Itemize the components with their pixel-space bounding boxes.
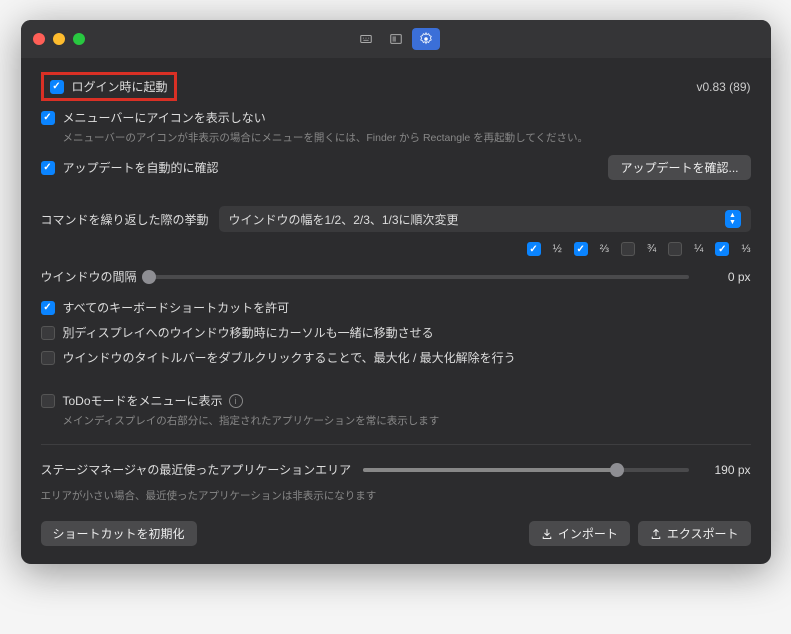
- import-label: インポート: [558, 525, 618, 542]
- zoom-button[interactable]: [73, 33, 85, 45]
- repeat-selected-value: ウインドウの幅を1/2、2/3、1/3に順次変更: [229, 211, 459, 228]
- stage-slider-value: 190 px: [701, 463, 751, 477]
- reset-shortcuts-button[interactable]: ショートカットを初期化: [41, 521, 197, 546]
- frac-threequarters: ¾: [647, 243, 656, 255]
- import-button[interactable]: インポート: [529, 521, 630, 546]
- label-hide-menubar-icon: メニューバーにアイコンを表示しない: [63, 109, 266, 126]
- stage-slider-label: ステージマネージャの最近使ったアプリケーションエリア: [41, 461, 352, 478]
- preferences-window: ログイン時に起動 v0.83 (89) メニューバーにアイコンを表示しない メニ…: [21, 20, 771, 564]
- traffic-lights: [33, 33, 85, 45]
- checkbox-hide-menubar-icon[interactable]: [41, 111, 55, 125]
- close-button[interactable]: [33, 33, 45, 45]
- export-label: エクスポート: [667, 525, 739, 542]
- import-icon: [541, 528, 553, 540]
- hint-todo: メインディスプレイの右部分に、指定されたアプリケーションを常に表示します: [63, 413, 751, 428]
- label-allow-shortcuts: すべてのキーボードショートカットを許可: [63, 299, 290, 316]
- label-titlebar-dblclick: ウインドウのタイトルバーをダブルクリックすることで、最大化 / 最大化解除を行う: [63, 349, 516, 366]
- frac-third: ⅓: [741, 243, 750, 255]
- check-updates-button[interactable]: アップデートを確認...: [608, 155, 750, 180]
- hint-hide-menubar: メニューバーのアイコンが非表示の場合にメニューを開くには、Finder から R…: [63, 130, 751, 145]
- frac-half: ½: [553, 243, 562, 255]
- repeat-label: コマンドを繰り返した際の挙動: [41, 211, 209, 228]
- stage-slider-fill: [363, 468, 617, 472]
- checkbox-launch-at-login[interactable]: [50, 80, 64, 94]
- minimize-button[interactable]: [53, 33, 65, 45]
- checkbox-third[interactable]: [715, 242, 729, 256]
- tab-keyboard[interactable]: [352, 28, 380, 50]
- export-icon: [650, 528, 662, 540]
- export-button[interactable]: エクスポート: [638, 521, 751, 546]
- highlight-annotation: ログイン時に起動: [41, 72, 177, 101]
- divider: [41, 444, 751, 445]
- repeat-select[interactable]: ウインドウの幅を1/2、2/3、1/3に順次変更 ▲▼: [219, 206, 751, 232]
- label-move-cursor: 別ディスプレイへのウインドウ移動時にカーソルも一緒に移動させる: [63, 324, 434, 341]
- checkbox-todo-mode[interactable]: [41, 394, 55, 408]
- checkbox-half[interactable]: [527, 242, 541, 256]
- label-todo-mode: ToDoモードをメニューに表示: [63, 392, 223, 409]
- toolbar-tabs: [352, 28, 440, 50]
- fraction-row: ½ ⅔ ¾ ¼ ⅓: [41, 242, 751, 256]
- checkbox-move-cursor[interactable]: [41, 326, 55, 340]
- checkbox-titlebar-dblclick[interactable]: [41, 351, 55, 365]
- checkbox-twothirds[interactable]: [574, 242, 588, 256]
- checkbox-auto-updates[interactable]: [41, 161, 55, 175]
- checkbox-threequarters[interactable]: [621, 242, 635, 256]
- version-label: v0.83 (89): [696, 80, 750, 94]
- gap-slider[interactable]: [149, 275, 689, 279]
- frac-twothirds: ⅔: [600, 243, 609, 255]
- info-icon[interactable]: i: [229, 394, 243, 408]
- content: ログイン時に起動 v0.83 (89) メニューバーにアイコンを表示しない メニ…: [21, 58, 771, 564]
- tab-snap[interactable]: [382, 28, 410, 50]
- checkbox-quarter[interactable]: [668, 242, 682, 256]
- select-arrows-icon: ▲▼: [725, 210, 741, 228]
- gap-slider-label: ウインドウの間隔: [41, 268, 137, 285]
- stage-slider[interactable]: [363, 468, 688, 472]
- stage-slider-thumb[interactable]: [610, 463, 624, 477]
- hint-stage: エリアが小さい場合、最近使ったアプリケーションは非表示になります: [41, 488, 751, 503]
- label-auto-updates: アップデートを自動的に確認: [63, 159, 219, 176]
- label-launch-at-login: ログイン時に起動: [72, 78, 168, 95]
- gap-slider-value: 0 px: [701, 270, 751, 284]
- checkbox-allow-shortcuts[interactable]: [41, 301, 55, 315]
- titlebar: [21, 20, 771, 58]
- gap-slider-thumb[interactable]: [142, 270, 156, 284]
- frac-quarter: ¼: [694, 243, 703, 255]
- tab-settings[interactable]: [412, 28, 440, 50]
